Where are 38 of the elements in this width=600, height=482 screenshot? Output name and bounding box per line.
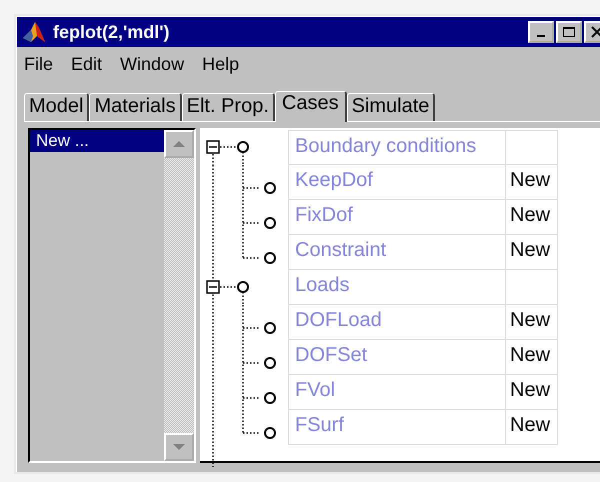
value-text[interactable]: New (510, 204, 550, 226)
node-icon (264, 427, 276, 439)
value-text[interactable]: New (510, 169, 550, 191)
maximize-button[interactable] (556, 21, 582, 43)
list-item[interactable]: New ... (30, 130, 164, 152)
tab[interactable]: Elt. Prop. (182, 93, 275, 121)
node-icon (264, 357, 276, 369)
scroll-down-button[interactable] (164, 433, 194, 461)
minimize-icon (537, 35, 545, 37)
window-title: feplot(2,'mdl') (53, 22, 171, 42)
maximize-icon (562, 26, 576, 38)
tab[interactable]: Simulate (346, 93, 436, 121)
value-text[interactable]: New (510, 309, 550, 331)
node-icon (264, 217, 276, 229)
tab[interactable]: Materials (89, 93, 182, 121)
peak-icon (21, 20, 47, 44)
menu-item[interactable]: Window (120, 54, 184, 74)
value-text[interactable]: New (510, 344, 550, 366)
node-icon (264, 252, 276, 264)
minimize-button[interactable] (528, 21, 554, 43)
value-text[interactable]: New (510, 414, 550, 436)
node-icon (264, 182, 276, 194)
value-text[interactable]: New (510, 379, 550, 401)
case-list[interactable]: New ... (28, 128, 196, 463)
menu-item[interactable]: Edit (71, 54, 102, 74)
value-text[interactable]: New (510, 239, 550, 261)
collapse-icon[interactable] (206, 140, 220, 154)
down-arrow-icon (172, 443, 186, 451)
menu-item[interactable]: File (24, 54, 54, 74)
up-arrow-icon (172, 140, 186, 148)
menu-item[interactable]: Help (202, 54, 240, 74)
tab[interactable]: Cases (274, 91, 347, 122)
tab[interactable]: Model (24, 93, 90, 121)
scroll-up-button[interactable] (164, 130, 194, 158)
node-icon (264, 392, 276, 404)
close-icon (591, 26, 600, 38)
collapse-icon[interactable] (206, 280, 220, 294)
node-icon (264, 322, 276, 334)
